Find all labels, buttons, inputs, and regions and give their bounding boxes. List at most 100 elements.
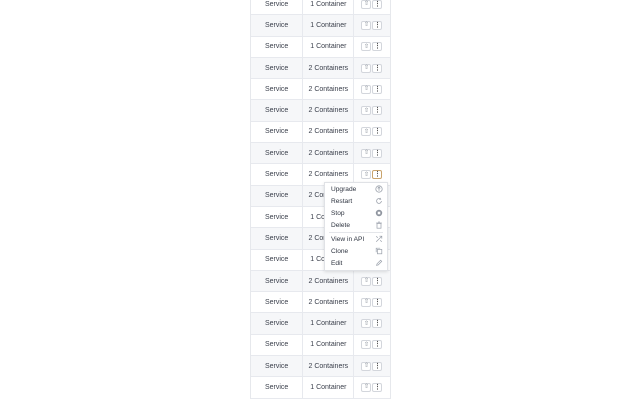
row-actions: ⇧ ⋮ xyxy=(354,127,390,137)
more-icon[interactable]: ⋮ xyxy=(372,319,383,329)
table-row: Service 2 Containers ⇧ ⋮ xyxy=(251,100,390,122)
more-icon[interactable]: ⋮ xyxy=(372,84,383,94)
row-actions: ⇧ ⋮ xyxy=(354,42,390,52)
row-scale: 2 Containers xyxy=(302,79,355,100)
row-type: Service xyxy=(264,383,289,391)
row-type: Service xyxy=(264,298,289,306)
upgrade-icon[interactable]: ⇧ xyxy=(361,382,372,392)
menu-item-upgrade[interactable]: Upgrade xyxy=(331,184,383,194)
row-scale: 2 Containers xyxy=(302,356,355,377)
row-actions: ⇧ ⋮ xyxy=(354,148,390,158)
row-actions: ⇧ ⋮ xyxy=(354,84,390,94)
row-scale: 2 Containers xyxy=(302,57,355,79)
more-icon[interactable]: ⋮ xyxy=(372,170,383,180)
upgrade-icon[interactable]: ⇧ xyxy=(361,297,372,307)
row-actions: ⇧ ⋮ xyxy=(354,20,390,30)
more-icon[interactable]: ⋮ xyxy=(372,297,383,307)
table-row: Service 2 Containers ⇧ ⋮ xyxy=(251,79,390,101)
row-actions: ⇧ ⋮ xyxy=(354,297,390,307)
stop-icon xyxy=(375,209,383,217)
row-type: Service xyxy=(264,362,289,370)
pencil-icon xyxy=(375,259,383,267)
row-scale: 2 Containers xyxy=(302,100,355,121)
table-row: Service 2 Containers ⇧ ⋮ xyxy=(251,143,390,165)
menu-item-clone[interactable]: Clone xyxy=(331,246,383,256)
upgrade-icon[interactable]: ⇧ xyxy=(361,84,372,94)
external-link-icon xyxy=(375,235,383,243)
upgrade-icon[interactable]: ⇧ xyxy=(361,319,372,329)
table-row: Service 1 Container ⇧ ⋮ xyxy=(251,0,390,16)
row-actions: ⇧ ⋮ xyxy=(354,106,390,116)
table-row: Service 2 Containers ⇧ ⋮ xyxy=(251,121,390,144)
row-scale: 2 Containers xyxy=(302,292,355,313)
upgrade-icon[interactable]: ⇧ xyxy=(361,361,372,371)
more-icon[interactable]: ⋮ xyxy=(372,148,383,158)
menu-item-view-in-api[interactable]: View in API xyxy=(331,234,383,244)
more-icon[interactable]: ⋮ xyxy=(372,382,383,392)
more-icon[interactable]: ⋮ xyxy=(372,276,383,286)
menu-label-restart: Restart xyxy=(331,197,353,205)
row-scale: 2 Containers xyxy=(302,270,355,292)
more-icon[interactable]: ⋮ xyxy=(372,106,383,116)
menu-divider xyxy=(329,232,383,233)
menu-item-delete[interactable]: Delete xyxy=(331,220,383,230)
table-row: Service 1 Container ⇧ ⋮ xyxy=(251,334,390,357)
upgrade-icon xyxy=(375,185,383,193)
restart-icon xyxy=(375,197,383,205)
upgrade-icon[interactable]: ⇧ xyxy=(361,0,372,9)
upgrade-icon[interactable]: ⇧ xyxy=(361,42,372,52)
row-context-menu: Upgrade Restart Stop Delete View in API … xyxy=(324,182,388,271)
upgrade-icon[interactable]: ⇧ xyxy=(361,340,372,350)
more-icon[interactable]: ⋮ xyxy=(372,63,383,73)
upgrade-icon[interactable]: ⇧ xyxy=(361,127,372,137)
row-type: Service xyxy=(264,341,289,349)
row-type: Service xyxy=(264,0,289,8)
table-row: Service 1 Container ⇧ ⋮ xyxy=(251,313,390,335)
menu-item-restart[interactable]: Restart xyxy=(331,196,383,206)
row-actions: ⇧ ⋮ xyxy=(354,319,390,329)
table-row: Service 2 Containers ⇧ ⋮ xyxy=(251,356,390,378)
table-row: Service 2 Containers ⇧ ⋮ xyxy=(251,270,390,293)
row-type: Service xyxy=(264,171,289,179)
row-type: Service xyxy=(264,64,289,72)
row-type: Service xyxy=(264,256,289,264)
row-type: Service xyxy=(264,107,289,115)
row-scale: 1 Container xyxy=(302,313,355,334)
upgrade-icon[interactable]: ⇧ xyxy=(361,20,372,30)
row-actions: ⇧ ⋮ xyxy=(354,382,390,392)
row-scale: 1 Container xyxy=(302,334,355,356)
upgrade-icon[interactable]: ⇧ xyxy=(361,276,372,286)
more-icon[interactable]: ⋮ xyxy=(372,127,383,137)
more-icon[interactable]: ⋮ xyxy=(372,361,383,371)
row-type: Service xyxy=(264,21,289,29)
upgrade-icon[interactable]: ⇧ xyxy=(361,63,372,73)
row-type: Service xyxy=(264,192,289,200)
row-type: Service xyxy=(264,149,289,157)
row-scale: 2 Containers xyxy=(302,121,355,143)
row-actions: ⇧ ⋮ xyxy=(354,170,390,180)
copy-icon xyxy=(375,247,383,255)
upgrade-icon[interactable]: ⇧ xyxy=(361,170,372,180)
row-scale: 1 Container xyxy=(302,0,355,15)
row-actions: ⇧ ⋮ xyxy=(354,0,390,9)
row-actions: ⇧ ⋮ xyxy=(354,361,390,371)
menu-item-stop[interactable]: Stop xyxy=(331,208,383,218)
row-actions: ⇧ ⋮ xyxy=(354,276,390,286)
more-icon[interactable]: ⋮ xyxy=(372,0,383,9)
menu-label-stop: Stop xyxy=(331,209,345,217)
upgrade-icon[interactable]: ⇧ xyxy=(361,148,372,158)
row-scale: 1 Container xyxy=(302,36,355,57)
menu-item-edit[interactable]: Edit xyxy=(331,258,383,268)
row-scale: 2 Containers xyxy=(302,143,355,164)
more-icon[interactable]: ⋮ xyxy=(372,42,383,52)
more-icon[interactable]: ⋮ xyxy=(372,340,383,350)
row-type: Service xyxy=(264,128,289,136)
row-type: Service xyxy=(264,213,289,221)
row-actions: ⇧ ⋮ xyxy=(354,63,390,73)
upgrade-icon[interactable]: ⇧ xyxy=(361,106,372,116)
row-type: Service xyxy=(264,85,289,93)
more-icon[interactable]: ⋮ xyxy=(372,20,383,30)
table-row: Service 2 Containers ⇧ ⋮ xyxy=(251,292,390,314)
table-row: Service 1 Container ⇧ ⋮ xyxy=(251,36,390,58)
row-scale: 1 Container xyxy=(302,377,355,398)
